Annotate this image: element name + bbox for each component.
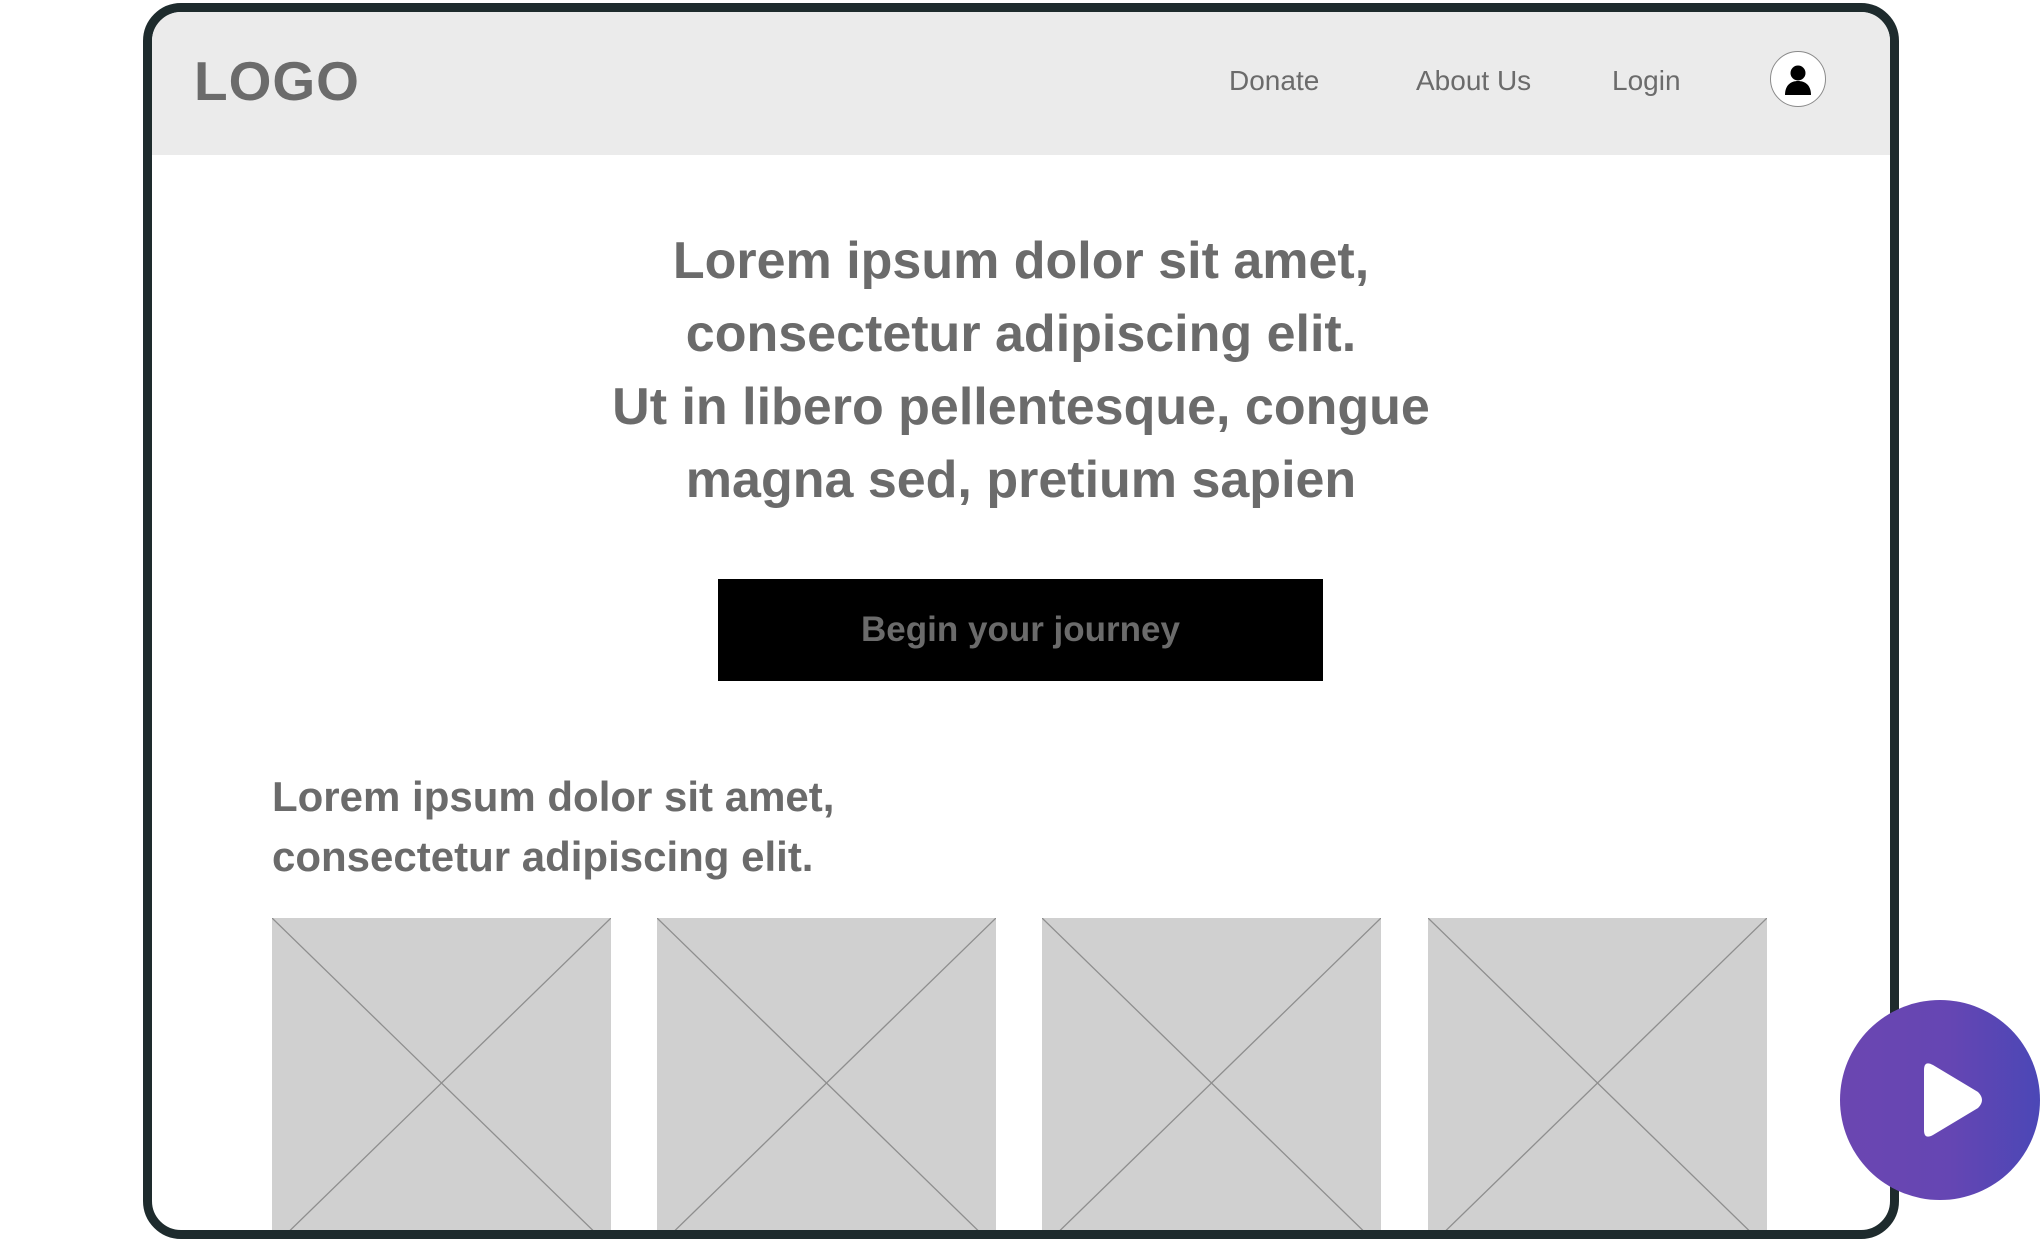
image-placeholder xyxy=(1042,918,1381,1230)
image-placeholder xyxy=(1428,918,1767,1230)
image-placeholder xyxy=(272,918,611,1230)
play-video-button[interactable] xyxy=(1840,1000,2040,1200)
nav-link-login[interactable]: Login xyxy=(1612,64,1681,98)
device-frame: LOGO Donate About Us Login Lorem ipsum d… xyxy=(143,3,1899,1239)
begin-journey-button[interactable]: Begin your journey xyxy=(718,579,1323,681)
hero-heading-line: Lorem ipsum dolor sit amet, xyxy=(672,232,1370,290)
nav-link-donate[interactable]: Donate xyxy=(1229,64,1319,98)
hero-section: Lorem ipsum dolor sit amet, consectetur … xyxy=(152,225,1890,517)
user-icon xyxy=(1785,65,1811,95)
section-heading: Lorem ipsum dolor sit amet, consectetur … xyxy=(272,767,834,887)
placeholder-cross-icon xyxy=(657,918,996,1230)
placeholder-cross-icon xyxy=(272,918,611,1230)
placeholder-cross-icon xyxy=(1042,918,1381,1230)
nav-link-about-us[interactable]: About Us xyxy=(1416,64,1531,98)
placeholder-cross-icon xyxy=(1428,918,1767,1230)
play-icon xyxy=(1924,1063,1982,1137)
top-navbar: LOGO Donate About Us Login xyxy=(152,12,1890,155)
hero-heading-line: magna sed, pretium sapien xyxy=(685,451,1357,509)
hero-heading-line: consectetur adipiscing elit. xyxy=(685,305,1357,363)
hero-heading-line: Ut in libero pellentesque, congue xyxy=(612,378,1430,436)
image-placeholder xyxy=(657,918,996,1230)
logo[interactable]: LOGO xyxy=(194,49,360,113)
avatar-button[interactable] xyxy=(1770,51,1826,107)
section-heading-line: Lorem ipsum dolor sit amet, xyxy=(272,773,835,820)
section-heading-line: consectetur adipiscing elit. xyxy=(272,833,814,880)
